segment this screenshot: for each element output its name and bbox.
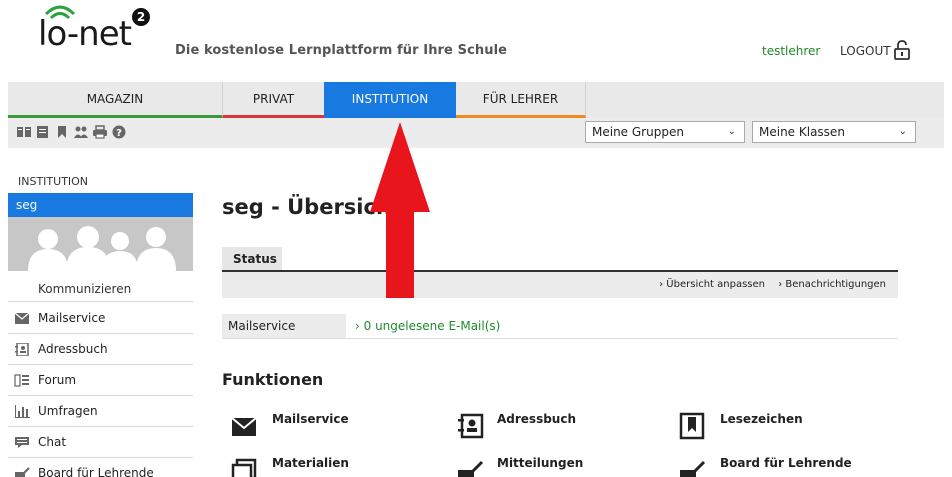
function-board-fuer-lehrende[interactable]: Board für Lehrende xyxy=(720,456,852,470)
bookmark-icon[interactable] xyxy=(678,412,706,440)
sidebar-item-board[interactable]: Board für Lehrende xyxy=(8,458,193,477)
main-navigation: MAGAZIN PRIVAT INSTITUTION FÜR LEHRER xyxy=(8,82,944,118)
tab-fuer-lehrer[interactable]: FÜR LEHRER xyxy=(456,82,586,118)
bookmark-icon[interactable] xyxy=(54,125,70,139)
envelope-icon xyxy=(14,312,30,324)
page: lo-net 2 Die kostenlose Lernplattform fü… xyxy=(0,0,952,477)
notes-icon[interactable] xyxy=(35,125,51,139)
tagline: Die kostenlose Lernplattform für Ihre Sc… xyxy=(175,43,508,58)
people-icon[interactable] xyxy=(73,125,89,139)
envelope-icon[interactable] xyxy=(230,412,258,440)
tab-magazin[interactable]: MAGAZIN xyxy=(8,82,222,118)
board-icon xyxy=(15,467,30,477)
mail-status-label: Mailservice xyxy=(222,314,346,338)
function-materialien[interactable]: Materialien xyxy=(272,456,349,470)
unlock-icon[interactable] xyxy=(894,40,910,60)
megaphone-icon[interactable] xyxy=(456,456,484,477)
tab-institution[interactable]: INSTITUTION xyxy=(324,82,456,118)
addressbook-icon[interactable] xyxy=(456,412,484,440)
function-mailservice[interactable]: Mailservice xyxy=(272,412,349,426)
function-lesezeichen[interactable]: Lesezeichen xyxy=(720,412,803,426)
divider xyxy=(222,338,898,339)
chevron-right-icon: › xyxy=(659,279,664,290)
chevron-down-icon: ⌄ xyxy=(898,126,907,137)
sidebar-item-label: Chat xyxy=(38,435,67,449)
function-adressbuch[interactable]: Adressbuch xyxy=(497,412,576,426)
logo-text: lo-net xyxy=(38,14,132,54)
group-people-icon xyxy=(28,226,176,271)
sidebar-item-label: Mailservice xyxy=(38,311,106,325)
groups-select-value: Meine Gruppen xyxy=(592,125,684,139)
help-icon[interactable]: ? xyxy=(111,125,127,139)
tab-status[interactable]: Status xyxy=(222,247,282,271)
group-avatar xyxy=(8,217,193,271)
sidebar-item-forum[interactable]: Forum xyxy=(8,365,193,396)
chevron-right-icon: › xyxy=(355,319,364,333)
customize-overview-link[interactable]: Übersicht anpassen xyxy=(666,279,765,290)
logo-superscript: 2 xyxy=(132,8,150,26)
function-mitteilungen[interactable]: Mitteilungen xyxy=(497,456,583,470)
classes-select-value: Meine Klassen xyxy=(759,125,845,139)
sidebar-item-label: Board für Lehrende xyxy=(38,466,154,477)
sidebar-item-label: Umfragen xyxy=(38,404,98,418)
chevron-right-icon: › xyxy=(778,279,783,290)
sidebar-section-title: INSTITUTION xyxy=(18,175,89,188)
forum-icon xyxy=(14,374,29,387)
classes-select[interactable]: Meine Klassen ⌄ xyxy=(752,121,916,143)
unread-mail-link[interactable]: › 0 ungelesene E-Mail(s) xyxy=(355,314,500,338)
sidebar-communicate-label: Kommunizieren xyxy=(8,276,193,302)
unread-mail-text: 0 ungelesene E-Mail(s) xyxy=(363,319,501,333)
functions-heading: Funktionen xyxy=(222,370,324,389)
sidebar-item-seg[interactable]: seg xyxy=(8,193,193,217)
sidebar-item-mailservice[interactable]: Mailservice xyxy=(8,303,193,334)
chevron-down-icon: ⌄ xyxy=(727,126,736,137)
chat-icon xyxy=(15,437,29,448)
sidebar-item-umfragen[interactable]: Umfragen xyxy=(8,396,193,427)
notifications-link[interactable]: Benachrichtigungen xyxy=(785,279,886,290)
svg-text:?: ? xyxy=(116,128,122,139)
book-icon[interactable] xyxy=(16,125,32,139)
sidebar-item-label: Adressbuch xyxy=(38,342,108,356)
annotation-arrow-up-icon xyxy=(370,122,430,298)
username-link[interactable]: testlehrer xyxy=(762,44,820,58)
sidebar-item-label: Forum xyxy=(38,373,77,387)
print-icon[interactable] xyxy=(92,125,108,139)
logout-button[interactable]: LOGOUT xyxy=(840,44,891,58)
poll-icon xyxy=(15,405,30,418)
materials-icon[interactable] xyxy=(230,456,258,477)
addressbook-icon xyxy=(15,343,29,356)
status-bar: › Übersicht anpassen › Benachrichtigunge… xyxy=(222,270,898,298)
board-icon[interactable] xyxy=(678,456,706,477)
sidebar-item-chat[interactable]: Chat xyxy=(8,427,193,458)
tab-privat[interactable]: PRIVAT xyxy=(222,82,324,118)
groups-select[interactable]: Meine Gruppen ⌄ xyxy=(585,121,745,143)
sidebar-item-adressbuch[interactable]: Adressbuch xyxy=(8,334,193,365)
